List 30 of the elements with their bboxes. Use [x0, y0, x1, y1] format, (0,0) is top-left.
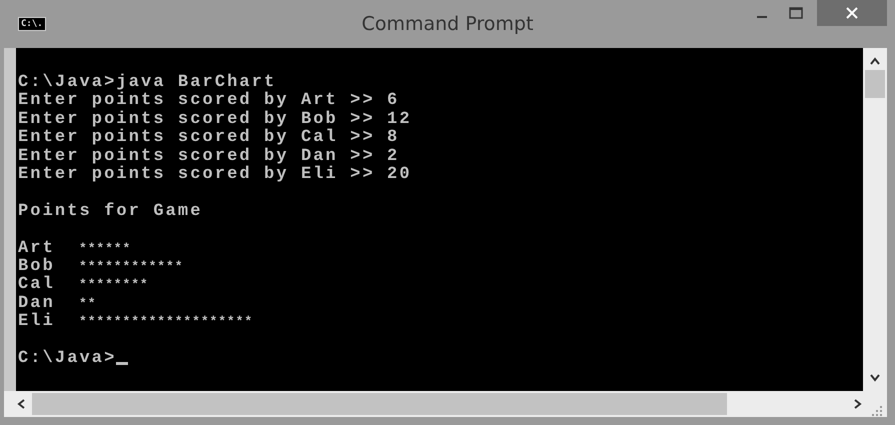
- player-name: Bob: [18, 258, 56, 276]
- asterisk-text: **: [79, 294, 96, 313]
- asterisk-text: ************: [79, 258, 184, 276]
- scrollbar-thumb[interactable]: [865, 70, 885, 98]
- window-title: Command Prompt: [362, 13, 534, 35]
- player-name: Art: [18, 240, 56, 258]
- text-cursor: [116, 362, 128, 366]
- asterisk-text: ********: [79, 276, 149, 294]
- asterisk-text: ********************: [79, 313, 254, 332]
- maximize-icon: [789, 7, 803, 19]
- minimize-icon: [757, 16, 767, 18]
- console-line: Enter points scored by Bob >> 12: [18, 110, 413, 129]
- player-name: Cal: [18, 276, 56, 295]
- vertical-scrollbar[interactable]: [863, 48, 887, 391]
- console-line: Points for Game: [18, 202, 204, 222]
- console-line: Enter points scored by Eli >> 20: [18, 166, 413, 184]
- asterisk-text: ******: [79, 240, 132, 258]
- close-button[interactable]: [817, 0, 887, 26]
- player-name: Eli: [18, 313, 56, 332]
- console-line: Enter points scored by Dan >> 2: [18, 148, 400, 166]
- close-icon: [846, 7, 858, 19]
- app-icon: C:\.: [18, 17, 46, 31]
- scrollbar-thumb[interactable]: [32, 393, 727, 415]
- console-line: Enter points scored by Cal >> 8: [18, 129, 400, 148]
- console-line: C:\Java>java BarChart: [18, 74, 276, 92]
- player-name: Dan: [18, 294, 56, 313]
- horizontal-scrollbar[interactable]: [16, 391, 863, 417]
- resize-grip-icon: [871, 405, 883, 417]
- console-line: Enter points scored by Art >> 6: [18, 92, 400, 110]
- command-prompt: C:\Java>: [18, 350, 116, 368]
